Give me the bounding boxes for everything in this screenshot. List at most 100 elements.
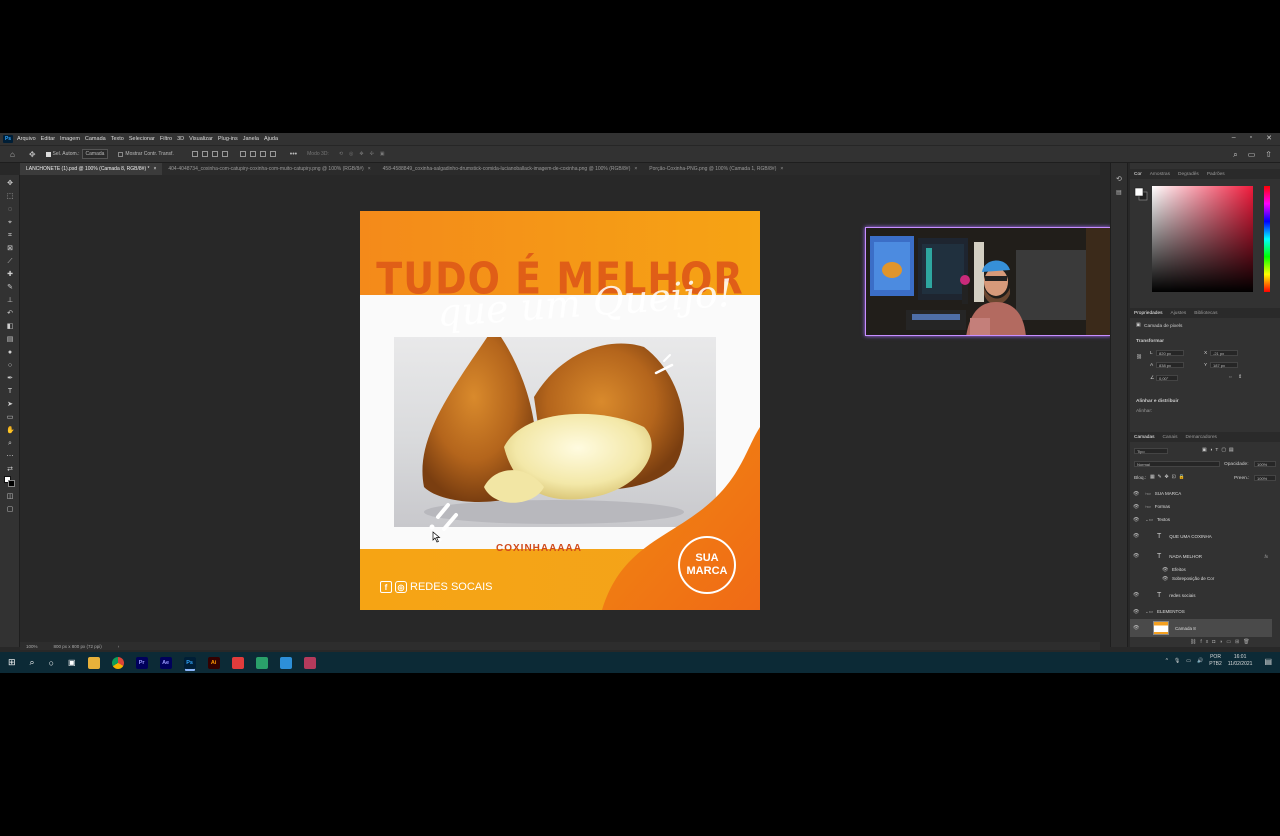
media-app-icon[interactable] [231,656,244,669]
tray-chevron-icon[interactable]: ^ [1166,658,1168,664]
marquee-tool-icon[interactable]: ⬚ [6,193,14,200]
angle-field[interactable]: 0,00° [1156,375,1178,381]
swap-colors-icon[interactable]: ⇄ [6,466,14,473]
pan-3d-icon[interactable]: ✥ [359,151,363,157]
eyedropper-tool-icon[interactable]: ⟋ [6,258,14,265]
zoom-level[interactable]: 100% [26,644,38,649]
tab-cor[interactable]: Cor [1130,172,1146,177]
roll-3d-icon[interactable]: ◎ [349,151,353,157]
hue-slider[interactable] [1264,186,1270,292]
tab-ajustes[interactable]: Ajustes [1167,311,1191,316]
layer-elementos[interactable]: 👁 ⌄▭ ELEMENTOS [1130,605,1272,618]
tab-porcao-coxinha[interactable]: Porção-Coxinha-PNG.png @ 100% (Camada 1,… [643,163,789,175]
delete-layer-icon[interactable]: 🗑 [1243,639,1253,645]
align-right-icon[interactable] [211,151,218,157]
tab-propriedades[interactable]: Propriedades [1130,311,1167,316]
tab-demarcadores[interactable]: Demarcadores [1181,435,1220,440]
background-color-swatch[interactable] [8,480,15,487]
screen-mode-icon[interactable]: ▢ [6,506,14,513]
blend-mode-dropdown[interactable]: Normal [1134,461,1220,467]
blur-tool-icon[interactable]: ● [6,349,14,356]
layer-color-overlay[interactable]: 👁 Sobreposição de Cor [1130,574,1272,583]
close-tab-icon[interactable]: × [780,166,783,172]
align-middle-icon[interactable] [249,151,256,157]
path-select-tool-icon[interactable]: ➤ [6,401,14,408]
distribute-vertical-icon[interactable] [269,151,276,157]
dodge-tool-icon[interactable]: ○ [6,362,14,369]
network-icon[interactable]: ▭ [1186,658,1191,664]
healing-brush-tool-icon[interactable]: ✚ [6,271,14,278]
type-tool-icon[interactable]: T [6,388,14,395]
tab-canais[interactable]: Canais [1159,435,1182,440]
tab-degrades[interactable]: Degradês [1174,172,1203,177]
opacity-field[interactable]: 100% [1254,461,1276,467]
height-field[interactable]: 838 px [1156,362,1184,368]
language-indicator[interactable]: POR PTB2 [1209,654,1222,668]
menu-plugins[interactable]: Plug-ins [218,136,238,142]
clone-stamp-tool-icon[interactable]: ⊥ [6,297,14,304]
menu-visualizar[interactable]: Visualizar [189,136,213,142]
layer-redes-sociais[interactable]: 👁 T redes sociais [1130,587,1272,603]
tab-lanchonete[interactable]: LANCHONETE (1).psd @ 100% (Camada 8, RGB… [20,163,163,175]
cortana-icon[interactable]: ○ [49,658,54,668]
visibility-eye-icon[interactable]: 👁 [1133,533,1141,539]
menu-3d[interactable]: 3D [177,136,184,142]
tab-coxinha-salgadinho[interactable]: 458-4588849_coxinha-salgadinho-drumstick… [377,163,644,175]
tab-amostras[interactable]: Amostras [1146,172,1174,177]
notifications-icon[interactable]: ▤ [1264,657,1272,666]
search-icon[interactable]: ⌕ [1233,150,1237,160]
share-icon[interactable]: ⇧ [1265,150,1272,160]
visibility-eye-icon[interactable]: 👁 [1162,576,1170,582]
move-tool-icon[interactable]: ✥ [29,150,36,159]
photoshop-icon[interactable]: Ps [183,656,196,669]
visibility-eye-icon[interactable]: 👁 [1133,491,1141,497]
premiere-icon[interactable]: Pr [135,656,148,669]
clock[interactable]: 16:01 11/02/2021 [1228,654,1253,668]
layer-formas[interactable]: 👁 ›▭ Formas [1130,500,1272,513]
tab-bibliotecas[interactable]: Bibliotecas [1190,311,1221,316]
layer-textos[interactable]: 👁 ⌄▭ Textos [1130,513,1272,526]
link-icon[interactable]: ⛓ [1136,355,1142,360]
layer-nada-melhor[interactable]: 👁 T NADA MELHOR fx [1130,548,1272,564]
menu-filtro[interactable]: Filtro [160,136,172,142]
close-tab-icon[interactable]: × [368,166,371,172]
layer-que-uma-coxinha[interactable]: 👁 T QUE UMA COXINHA [1130,528,1272,544]
hand-tool-icon[interactable]: ✋ [6,427,15,434]
visibility-eye-icon[interactable]: 👁 [1133,553,1141,559]
x-field[interactable]: -21 px [1210,350,1238,356]
file-explorer-icon[interactable] [87,656,100,669]
link-layers-icon[interactable]: ⛓ [1190,639,1200,645]
align-left-icon[interactable] [191,151,198,157]
workspace-icon[interactable]: ▭ [1248,150,1256,160]
fx-add-icon[interactable]: fx [1200,639,1212,645]
layer-effects[interactable]: 👁 Efeitos [1130,565,1272,574]
group-icon[interactable]: ▭ [1226,639,1235,645]
fg-bg-color-icon[interactable] [1134,187,1148,201]
tab-padroes[interactable]: Padrões [1203,172,1229,177]
menu-imagem[interactable]: Imagem [60,136,80,142]
eraser-tool-icon[interactable]: ◧ [6,323,14,330]
panel-collapse-icon[interactable]: ▤ [1116,189,1122,196]
illustrator-icon[interactable]: Ai [207,656,220,669]
visibility-eye-icon[interactable]: 👁 [1133,625,1141,631]
menu-arquivo[interactable]: Arquivo [17,136,36,142]
visibility-eye-icon[interactable]: 👁 [1133,517,1141,523]
show-transform-checkbox[interactable] [118,151,124,157]
canvas-area[interactable]: TUDO É MELHOR que um Queijo! COXINHAAAAA [20,175,1111,642]
width-field[interactable]: 820 px [1156,350,1184,356]
layer-sua-marca[interactable]: 👁 ›▭ SUA MARCA [1130,487,1272,500]
flip-vertical-icon[interactable]: ⇕ [1238,375,1242,380]
artboard-document[interactable]: TUDO É MELHOR que um Queijo! COXINHAAAAA [360,211,760,610]
align-top-icon[interactable] [239,151,246,157]
more-tools-icon[interactable]: ⋯ [6,453,14,460]
maximize-button[interactable]: ▫ [1250,134,1252,142]
menu-editar[interactable]: Editar [41,136,55,142]
orbit-3d-icon[interactable]: ⟲ [339,151,343,157]
align-center-icon[interactable] [201,151,208,157]
windows-start-icon[interactable]: ⊞ [8,657,16,668]
winrar-icon[interactable] [303,656,316,669]
history-panel-icon[interactable]: ⟲ [1116,175,1122,183]
minimize-button[interactable]: – [1232,134,1236,142]
flip-horizontal-icon[interactable]: ⇔ [1228,375,1233,380]
close-tab-icon[interactable]: × [634,166,637,172]
